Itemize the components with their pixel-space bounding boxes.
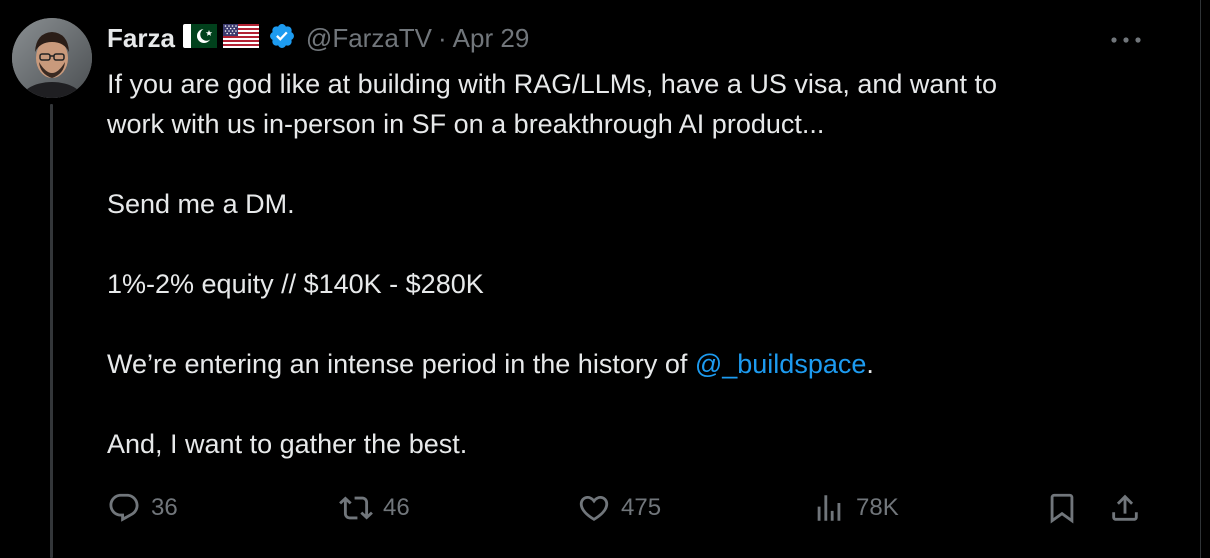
retweet-count: 46	[383, 494, 410, 521]
reply-button[interactable]: 36	[107, 486, 178, 530]
author-handle[interactable]: @FarzaTV	[306, 23, 432, 54]
views-icon	[817, 495, 841, 521]
verified-badge-icon[interactable]	[268, 22, 296, 55]
views-count: 78K	[856, 494, 899, 521]
views-button[interactable]: 78K	[812, 486, 899, 530]
tweet-text-line: Send me a DM.	[107, 189, 295, 219]
retweet-icon	[339, 496, 373, 520]
reply-icon	[109, 493, 139, 522]
share-icon	[1112, 494, 1138, 521]
tweet-text-line: If you are god like at building with RAG…	[107, 69, 997, 99]
bookmark-button[interactable]	[1045, 486, 1079, 530]
tweet-card: Farza @FarzaTV · Apr 29 If you are god l…	[0, 0, 1200, 558]
like-icon	[579, 495, 609, 521]
mention-link[interactable]: @_buildspace	[695, 349, 867, 379]
timeline-border	[1200, 0, 1201, 558]
retweet-button[interactable]: 46	[339, 486, 410, 530]
usa-flag-icon	[222, 23, 259, 53]
avatar[interactable]	[12, 18, 92, 98]
author-name[interactable]: Farza	[107, 23, 175, 54]
reply-count: 36	[151, 494, 178, 521]
tweet-text-line: work with us in-person in SF on a breakt…	[107, 109, 825, 139]
more-icon[interactable]	[1106, 28, 1146, 52]
tweet-text: If you are god like at building with RAG…	[107, 64, 1167, 464]
tweet-text-line: And, I want to gather the best.	[107, 429, 468, 459]
action-bar: 36 46 475 78K	[0, 486, 1200, 530]
pakistan-flag-icon	[182, 23, 217, 53]
separator-dot: ·	[438, 22, 447, 53]
tweet-date[interactable]: Apr 29	[453, 23, 530, 54]
tweet-text-segment: We’re entering an intense period in the …	[107, 349, 695, 379]
tweet-text-line: 1%-2% equity // $140K - $280K	[107, 269, 484, 299]
like-count: 475	[621, 494, 662, 521]
bookmark-icon	[1050, 493, 1074, 524]
tweet-text-segment: .	[866, 349, 874, 379]
share-button[interactable]	[1108, 486, 1142, 530]
tweet-text-line: We’re entering an intense period in the …	[107, 344, 1167, 384]
like-button[interactable]: 475	[577, 486, 661, 530]
tweet-header: Farza @FarzaTV · Apr 29	[107, 20, 529, 56]
